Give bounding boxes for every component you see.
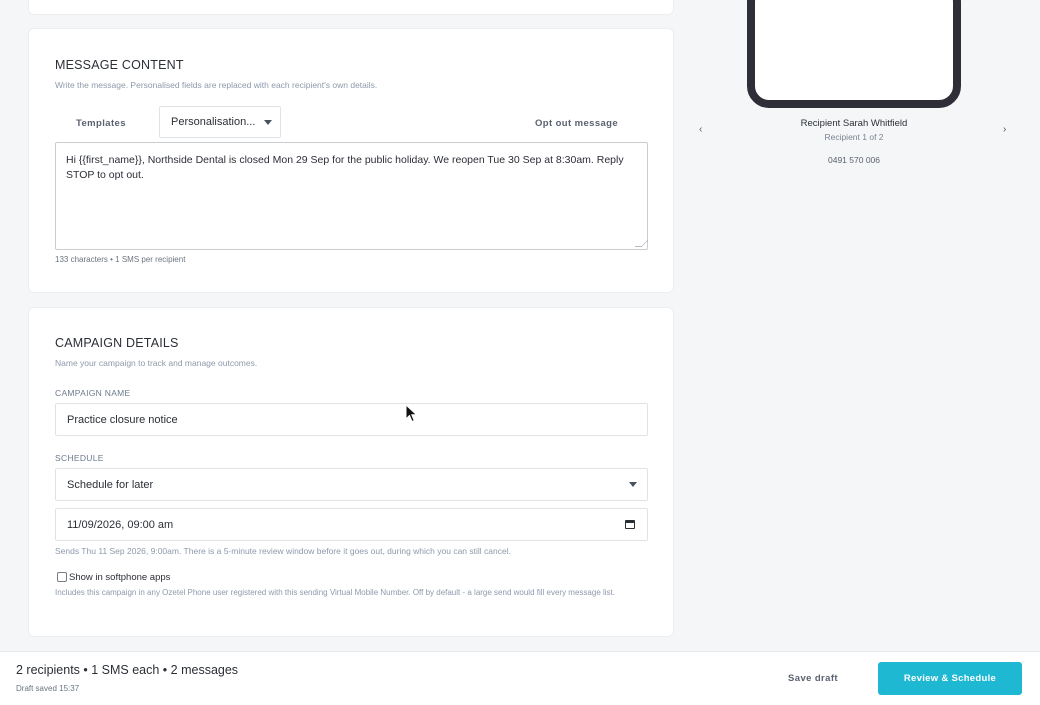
campaign-editor: MESSAGE CONTENT Write the message. Perso… [0,0,1040,705]
send-summary: 2 recipients • 1 SMS each • 2 messages [16,663,239,677]
resize-handle-icon[interactable] [634,240,649,247]
calendar-icon[interactable] [625,520,635,529]
campaign-details-subtitle: Name your campaign to track and manage o… [55,358,258,368]
campaign-name-value: Practice closure notice [67,414,178,426]
previous-section-card [28,0,674,15]
save-draft-button[interactable]: Save draft [770,662,856,696]
schedule-label: SCHEDULE [55,453,104,463]
personalisation-label: Personalisation... [171,116,256,128]
preview-recipient-name: Recipient Sarah Whitfield [800,118,908,129]
campaign-details-title: CAMPAIGN DETAILS [55,336,179,350]
campaign-details-card: CAMPAIGN DETAILS Name your campaign to t… [28,307,674,637]
chevron-down-icon [264,120,272,125]
next-recipient-button[interactable]: › [1003,124,1006,135]
softphone-label[interactable]: Show in softphone apps [69,572,170,583]
message-textarea[interactable]: Hi {{first_name}}, Northside Dental is c… [55,142,649,250]
chevron-down-icon [629,482,637,487]
templates-button[interactable]: Templates [76,118,126,129]
message-text: Hi {{first_name}}, Northside Dental is c… [66,154,624,181]
campaign-name-input[interactable]: Practice closure notice [55,403,648,436]
schedule-datetime-value: 11/09/2026, 09:00 am [67,519,174,531]
preview-phone-number: 0491 570 006 [828,155,880,165]
mouse-cursor-icon [405,404,418,423]
character-count: 133 characters • 1 SMS per recipient [55,255,186,264]
phone-preview [747,0,961,108]
schedule-value: Schedule for later [67,479,154,491]
campaign-name-label: CAMPAIGN NAME [55,388,131,398]
draft-saved-status: Draft saved 15:37 [16,684,80,693]
preview-recipient-index: Recipient 1 of 2 [824,132,884,142]
schedule-hint: Sends Thu 11 Sep 2026, 9:00am. There is … [55,546,511,556]
personalisation-dropdown[interactable]: Personalisation... [159,106,281,138]
bottom-action-bar: 2 recipients • 1 SMS each • 2 messages D… [0,651,1040,705]
previous-recipient-button[interactable]: ‹ [699,124,702,135]
softphone-hint: Includes this campaign in any Ozetel Pho… [55,588,615,597]
message-content-title: MESSAGE CONTENT [55,58,184,72]
message-content-subtitle: Write the message. Personalised fields a… [55,80,378,90]
opt-out-message-button[interactable]: Opt out message [535,118,618,129]
schedule-datetime-input[interactable]: 11/09/2026, 09:00 am [55,508,648,541]
message-content-card: MESSAGE CONTENT Write the message. Perso… [28,28,674,293]
review-schedule-button[interactable]: Review & Schedule [878,662,1022,695]
schedule-select[interactable]: Schedule for later [55,468,648,501]
softphone-checkbox[interactable] [57,572,67,582]
